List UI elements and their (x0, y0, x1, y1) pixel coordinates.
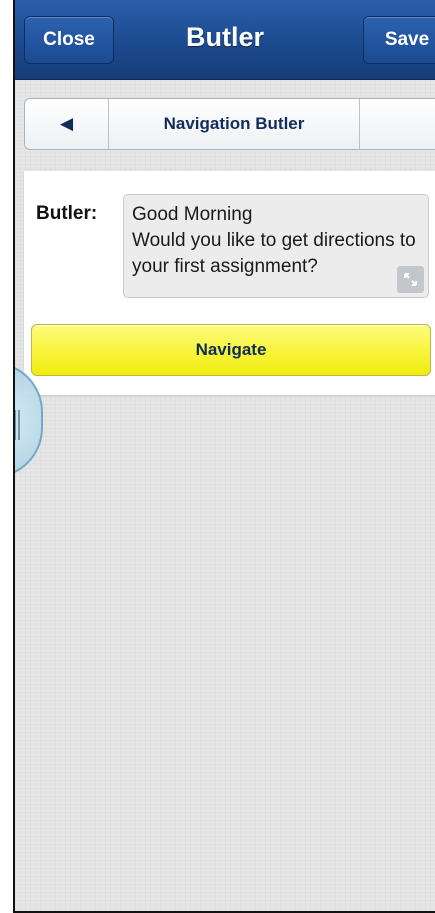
message-line-3: your first assignment? (132, 256, 318, 277)
speaker-label: Butler: (36, 203, 98, 224)
top-bar: Close Butler Save (15, 0, 435, 80)
segmented-navigation: ◀ Navigation Butler (24, 98, 435, 150)
save-button[interactable]: Save (363, 16, 435, 64)
grip-icon (15, 410, 20, 440)
back-arrow-icon: ◀ (59, 114, 74, 133)
message-line-1: Good Morning (132, 204, 253, 225)
message-line-2: Would you like to get directions to (132, 230, 416, 251)
message-bubble: Good Morning Would you like to get direc… (123, 194, 429, 298)
app-screen: Close Butler Save ◀ Navigation Butler Bu… (13, 0, 435, 913)
segment-title: Navigation Butler (109, 99, 360, 149)
back-button[interactable]: ◀ (25, 99, 109, 149)
navigate-button[interactable]: Navigate (31, 324, 431, 376)
expand-icon[interactable] (397, 266, 424, 293)
